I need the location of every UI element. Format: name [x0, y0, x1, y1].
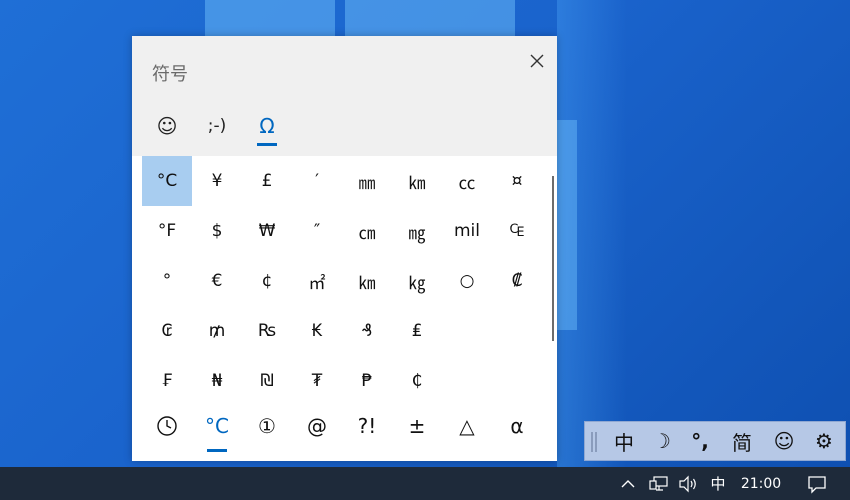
- math-icon: ±: [408, 414, 426, 438]
- tab-symbols[interactable]: Ω: [247, 106, 287, 146]
- network-button[interactable]: [646, 467, 672, 500]
- symbol-cell[interactable]: ₩: [242, 206, 292, 256]
- category-recent[interactable]: [142, 406, 192, 446]
- speaker-icon: [679, 475, 696, 492]
- symbol-cell[interactable]: ㎎: [392, 206, 442, 256]
- symbol-cell[interactable]: ¥: [192, 156, 242, 206]
- ime-width-button[interactable]: ☽: [645, 424, 679, 458]
- category-units[interactable]: °C: [192, 406, 242, 452]
- symbol-cell[interactable]: ₪: [242, 356, 292, 406]
- tab-emoji[interactable]: ☺: [147, 106, 187, 146]
- ime-settings-button[interactable]: ⚙: [807, 424, 841, 458]
- symbol-cell[interactable]: °C: [142, 156, 192, 206]
- symbol-cell[interactable]: ₢: [142, 306, 192, 356]
- symbol-cell[interactable]: ¢: [242, 256, 292, 306]
- emoji-icon: ☺: [773, 429, 795, 453]
- close-icon: [530, 54, 544, 68]
- network-icon: [649, 475, 668, 491]
- symbol-cell[interactable]: ₡: [492, 256, 542, 306]
- symbol-panel: 符号 ☺ ;-) Ω °C ¥ £ ′ ㎜ ㎞ ㏄ ¤ °F $ ₩ ″ ㎝ ㎎…: [132, 36, 557, 461]
- taskbar: 中 21:00: [0, 467, 850, 500]
- emoji-icon: ☺: [156, 114, 178, 138]
- symbol-cell[interactable]: £: [242, 156, 292, 206]
- ime-toolbar: 中 ☽ °, 简 ☺ ⚙: [584, 421, 846, 461]
- symbol-cell[interactable]: ₵: [392, 356, 442, 406]
- symbol-cell[interactable]: °F: [142, 206, 192, 256]
- category-math[interactable]: ±: [392, 406, 442, 446]
- settings-gear-icon: ⚙: [815, 429, 833, 453]
- symbol-cell[interactable]: ¤: [492, 156, 542, 206]
- symbols-icon: Ω: [259, 114, 275, 138]
- ime-chinese-mode-button[interactable]: 中: [607, 424, 641, 458]
- punctuation-mode-icon: °,: [691, 429, 709, 453]
- symbol-cell[interactable]: €: [192, 256, 242, 306]
- ime-indicator[interactable]: 中: [706, 467, 730, 500]
- half-width-moon-icon: ☽: [653, 429, 671, 453]
- active-category-indicator: [207, 449, 227, 452]
- symbol-cell[interactable]: ₣: [142, 356, 192, 406]
- symbol-cell[interactable]: mil: [442, 206, 492, 256]
- at-icon: @: [307, 414, 327, 438]
- units-icon: °C: [205, 414, 229, 438]
- symbol-cell[interactable]: ₱: [342, 356, 392, 406]
- grid-scrollbar[interactable]: [552, 176, 554, 341]
- symbol-cell[interactable]: ₤: [392, 306, 442, 356]
- greek-icon: α: [510, 414, 524, 438]
- ime-punctuation-button[interactable]: °,: [683, 424, 717, 458]
- symbol-cell[interactable]: ₰: [342, 306, 392, 356]
- category-greek[interactable]: α: [492, 406, 542, 446]
- chevron-up-icon: [621, 479, 635, 487]
- enclosed-number-icon: ①: [258, 414, 276, 438]
- clock[interactable]: 21:00: [735, 467, 787, 500]
- symbol-cell[interactable]: ㏄: [442, 156, 492, 206]
- action-center-button[interactable]: [800, 467, 834, 500]
- symbol-cell[interactable]: ○: [442, 256, 492, 306]
- tab-kaomoji[interactable]: ;-): [197, 106, 237, 146]
- symbol-cell[interactable]: ₠: [492, 206, 542, 256]
- close-button[interactable]: [520, 44, 554, 78]
- category-bar: °C ① @ ?! ± △ α: [142, 406, 542, 452]
- category-punctuation[interactable]: ?!: [342, 406, 392, 446]
- ime-simplified-button[interactable]: 简: [725, 424, 759, 458]
- symbol-panel-header: 符号 ☺ ;-) Ω: [132, 36, 557, 156]
- clock-icon: [157, 416, 177, 436]
- chinese-mode-icon: 中: [614, 430, 634, 455]
- symbol-cell[interactable]: ₥: [192, 306, 242, 356]
- kaomoji-icon: ;-): [207, 116, 227, 136]
- symbol-cell[interactable]: $: [192, 206, 242, 256]
- symbol-cell[interactable]: ㎞: [392, 156, 442, 206]
- wallpaper-pane: [557, 120, 577, 330]
- symbol-cell[interactable]: ㎏: [392, 256, 442, 306]
- symbol-cell[interactable]: ₮: [292, 356, 342, 406]
- symbol-cell[interactable]: °: [142, 256, 192, 306]
- symbol-cell[interactable]: ′: [292, 156, 342, 206]
- simplified-icon: 简: [732, 430, 752, 455]
- ime-toolbar-grip[interactable]: [591, 432, 597, 452]
- active-tab-indicator: [257, 143, 277, 146]
- show-hidden-icons-button[interactable]: [618, 467, 638, 500]
- category-at[interactable]: @: [292, 406, 342, 446]
- symbol-cell[interactable]: ㎡: [292, 256, 342, 306]
- ime-emoji-button[interactable]: ☺: [767, 424, 801, 458]
- symbol-cell[interactable]: ㎞: [342, 256, 392, 306]
- punctuation-icon: ?!: [357, 414, 377, 438]
- shapes-icon: △: [459, 414, 475, 438]
- symbol-cell[interactable]: ₭: [292, 306, 342, 356]
- symbol-cell[interactable]: ″: [292, 206, 342, 256]
- panel-title: 符号: [152, 64, 188, 85]
- symbol-cell[interactable]: ₨: [242, 306, 292, 356]
- volume-button[interactable]: [676, 467, 702, 500]
- symbol-cell[interactable]: ㎜: [342, 156, 392, 206]
- category-enclosed-numbers[interactable]: ①: [242, 406, 292, 446]
- symbol-cell[interactable]: ㎝: [342, 206, 392, 256]
- category-shapes[interactable]: △: [442, 406, 492, 446]
- symbol-cell[interactable]: ₦: [192, 356, 242, 406]
- notification-icon: [808, 475, 826, 494]
